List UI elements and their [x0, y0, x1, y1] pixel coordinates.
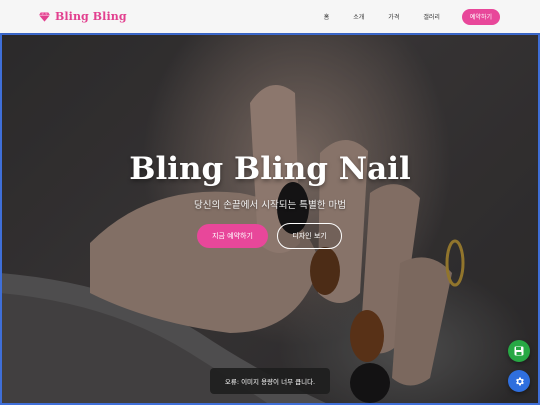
- hero-title: Bling Bling Nail: [129, 151, 411, 187]
- hero-overlay: [0, 33, 540, 405]
- nav-links: 홈 소개 가격 갤러리 예약하기: [324, 0, 500, 33]
- save-button[interactable]: [508, 340, 530, 362]
- nav-link-pricing[interactable]: 가격: [388, 12, 399, 21]
- brand-name: Bling Bling: [55, 10, 127, 23]
- save-icon: [514, 346, 524, 356]
- nav-reserve-button[interactable]: 예약하기: [461, 8, 500, 25]
- diamond-icon: [39, 11, 50, 22]
- nav-link-gallery[interactable]: 갤러리: [423, 12, 440, 21]
- nav-link-about[interactable]: 소개: [353, 12, 364, 21]
- navbar: Bling Bling 홈 소개 가격 갤러리 예약하기: [0, 0, 540, 33]
- hero-section: Bling Bling Nail 당신의 손끝에서 시작되는 특별한 마법 지금…: [0, 33, 540, 405]
- book-now-button[interactable]: 지금 예약하기: [197, 224, 268, 248]
- settings-button[interactable]: [508, 370, 530, 392]
- view-designs-button[interactable]: 디자인 보기: [277, 223, 342, 249]
- hero-subtitle: 당신의 손끝에서 시작되는 특별한 마법: [194, 200, 346, 211]
- gear-icon: [515, 377, 524, 385]
- error-toast: 오류: 이미지 용량이 너무 큽니다.: [210, 368, 330, 394]
- nav-link-home[interactable]: 홈: [324, 12, 330, 21]
- brand-logo[interactable]: Bling Bling: [39, 10, 127, 23]
- error-toast-message: 오류: 이미지 용량이 너무 큽니다.: [224, 378, 316, 386]
